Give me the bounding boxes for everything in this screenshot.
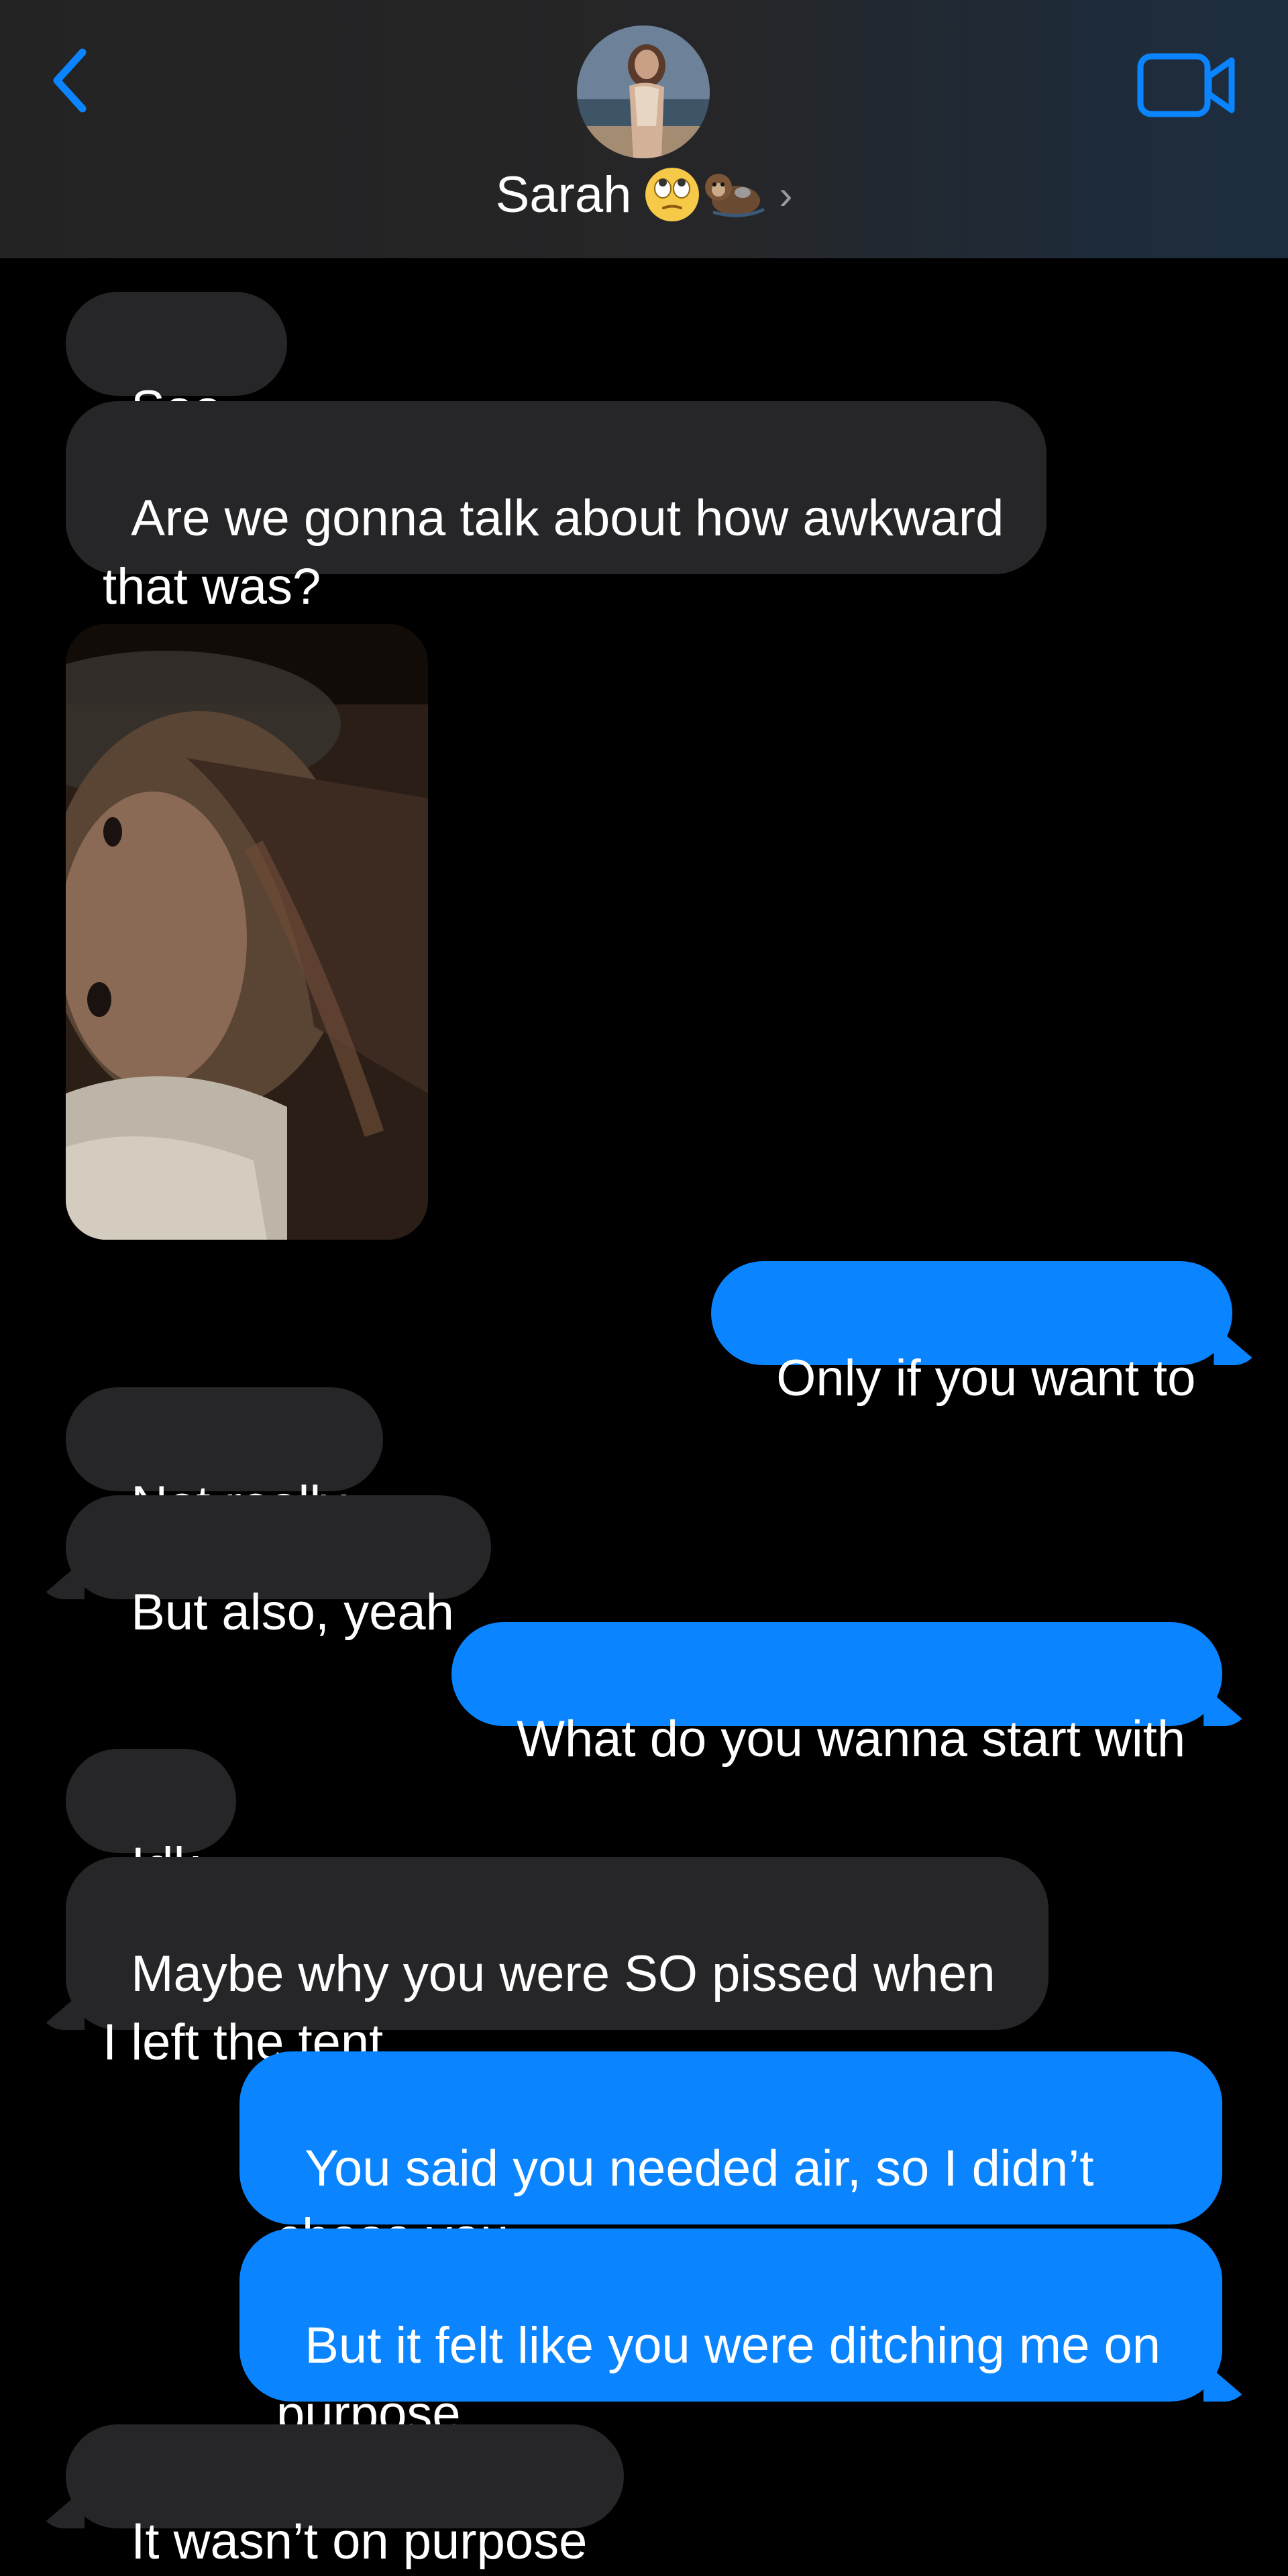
avatar[interactable] — [577, 25, 710, 158]
message-outgoing[interactable]: You said you needed air, so I didn’t cha… — [239, 2051, 1222, 2265]
message-incoming[interactable]: Not really — [66, 1387, 384, 1533]
message-outgoing[interactable]: Only if you want to — [711, 1261, 1233, 1407]
otter-emoji-icon — [705, 174, 765, 217]
video-camera-icon — [1137, 53, 1235, 117]
back-button[interactable] — [40, 40, 101, 121]
message-incoming[interactable]: It wasn’t on purpose — [66, 2424, 625, 2570]
message-text: Are we gonna talk about how awkward that… — [103, 490, 1018, 615]
contact-name: Sarah — [495, 166, 632, 223]
conversation-header: Sarah › — [0, 0, 1288, 258]
message-photo[interactable] — [66, 624, 428, 1240]
photo-image — [66, 624, 428, 1240]
message-text: What do you wanna start with — [517, 1711, 1186, 1768]
message-text: Only if you want to — [776, 1350, 1196, 1407]
video-call-button[interactable] — [1134, 47, 1241, 124]
contact-emoji — [643, 166, 765, 223]
eye-roll-emoji-icon — [645, 168, 700, 221]
message-outgoing[interactable]: But it felt like you were ditching me on… — [239, 2229, 1222, 2443]
message-text: It wasn’t on purpose — [131, 2513, 588, 2570]
message-text: But it felt like you were ditching me on… — [276, 2317, 1175, 2443]
message-incoming[interactable]: Maybe why you were SO pissed when I left… — [66, 1857, 1049, 2071]
contact-name-row[interactable]: Sarah › — [0, 161, 1288, 228]
message-text: But also, yeah — [131, 1584, 454, 1641]
message-incoming[interactable]: Idk — [66, 1749, 236, 1894]
message-incoming[interactable]: Soo.. — [66, 292, 287, 437]
chevron-left-icon — [53, 48, 87, 113]
chevron-right-icon: › — [779, 172, 793, 217]
message-incoming[interactable]: But also, yeah — [66, 1495, 491, 1641]
message-outgoing[interactable]: What do you wanna start with — [451, 1622, 1223, 1768]
avatar-photo — [577, 25, 710, 158]
message-incoming[interactable]: Are we gonna talk about how awkward that… — [66, 401, 1046, 615]
